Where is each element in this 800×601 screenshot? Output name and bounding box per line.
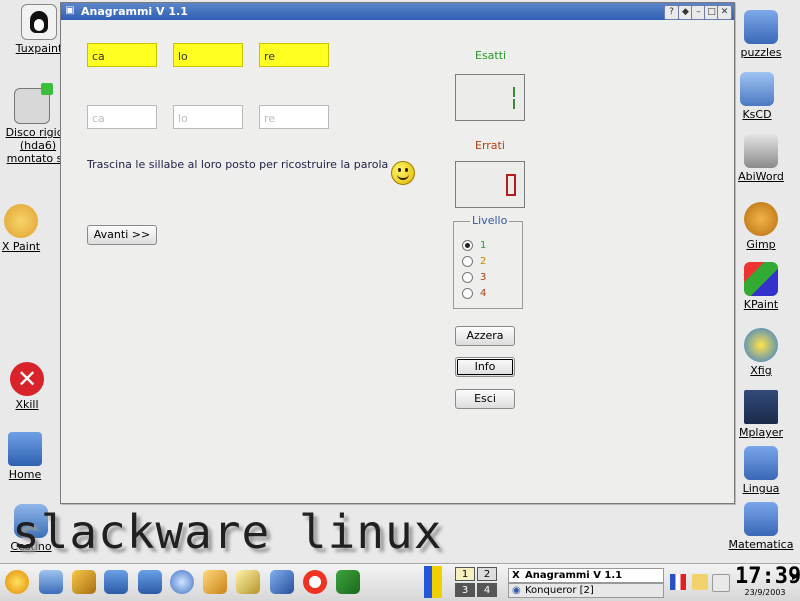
next-button[interactable]: Avanti >> <box>87 225 157 245</box>
konqueror-icon: ◉ <box>512 585 521 596</box>
desktop-icon-label: Xkill <box>15 398 39 411</box>
syllable-tile[interactable]: re <box>259 43 329 67</box>
reset-button[interactable]: Azzera <box>455 326 515 346</box>
help-button[interactable]: ? <box>664 5 679 20</box>
correct-label: Esatti <box>475 49 507 62</box>
level-option-3[interactable]: 3 <box>462 272 486 286</box>
desktop-pager: 1 2 3 4 <box>455 567 501 599</box>
window-titlebar[interactable]: ▣ Anagrammi V 1.1 ? ◆ – □ ✕ <box>61 3 734 20</box>
correct-counter: 1 <box>455 74 525 121</box>
tools-icon[interactable] <box>72 570 96 594</box>
desktop-icon-xpaint[interactable]: X Paint <box>0 204 60 253</box>
desktop-icon-label: Home <box>8 468 42 481</box>
cd-player-icon <box>740 72 774 106</box>
kde-menu-icon[interactable] <box>5 570 29 594</box>
palette-icon <box>4 204 38 238</box>
app-window: ▣ Anagrammi V 1.1 ? ◆ – □ ✕ ca lo re ca … <box>60 2 735 504</box>
radio-button[interactable] <box>462 240 473 251</box>
x-window-icon: X <box>512 570 520 581</box>
editor-icon[interactable] <box>203 570 227 594</box>
home-icon[interactable] <box>138 570 162 594</box>
close-button[interactable]: ✕ <box>717 5 732 20</box>
write-icon[interactable] <box>270 570 294 594</box>
puzzles-icon <box>744 10 778 44</box>
clock[interactable]: 17:39 23/9/2003 <box>735 564 800 598</box>
mplayer-icon <box>744 390 778 424</box>
keyboard-layout-icon[interactable] <box>670 574 686 590</box>
syllable-drop-slot[interactable]: lo <box>173 105 243 129</box>
level-option-2[interactable]: 2 <box>462 256 486 270</box>
matematica-icon <box>744 502 778 536</box>
window-list-icon[interactable] <box>39 570 63 594</box>
pager-desktop-2[interactable]: 2 <box>477 567 497 581</box>
settings-icon[interactable] <box>336 570 360 594</box>
syllable-tile[interactable]: ca <box>87 43 157 67</box>
desktop-icon-matematica[interactable]: Matematica <box>722 502 800 551</box>
task-anagrammi[interactable]: X Anagrammi V 1.1 <box>508 568 664 583</box>
home-icon <box>8 432 42 466</box>
level-legend: Livello <box>470 214 510 227</box>
taskbar-scroll-icon[interactable]: ▶ <box>792 572 799 582</box>
radio-button[interactable] <box>462 272 473 283</box>
clock-time: 17:39 <box>735 564 800 589</box>
xfig-icon <box>744 328 778 362</box>
pen-icon[interactable] <box>236 570 260 594</box>
radio-button[interactable] <box>462 288 473 299</box>
desktop-icon-home[interactable]: Home <box>0 432 64 481</box>
xkill-icon: ✕ <box>10 362 44 396</box>
tuxpaint-icon <box>21 4 57 40</box>
clock-date: 23/9/2003 <box>744 588 786 597</box>
help-icon[interactable] <box>303 570 327 594</box>
lingua-icon <box>744 446 778 480</box>
task-konqueror[interactable]: ◉ Konqueror [2] <box>508 583 664 598</box>
info-button[interactable]: Info <box>455 357 515 377</box>
radio-button[interactable] <box>462 256 473 267</box>
level-option-1[interactable]: 1 <box>462 240 486 254</box>
pager-desktop-1[interactable]: 1 <box>455 567 475 581</box>
kpaint-icon <box>744 262 778 296</box>
desktop-icon[interactable] <box>104 570 128 594</box>
gimp-icon <box>744 202 778 236</box>
syllable-drop-slot[interactable]: ca <box>87 105 157 129</box>
desktop-wordmark: slackware linux <box>12 505 443 559</box>
taskbar: 1 2 3 4 X Anagrammi V 1.1 ◉ Konqueror [2… <box>0 563 800 601</box>
desktop-icon-label: X Paint <box>1 240 41 253</box>
clipboard-icon[interactable] <box>692 574 708 590</box>
exit-button[interactable]: Esci <box>455 389 515 409</box>
desktop-icon-label: Matematica <box>728 538 794 551</box>
level-group: Livello 1 2 3 4 <box>453 214 523 309</box>
window-menu-icon[interactable]: ▣ <box>64 5 76 17</box>
desktop-icon-xkill[interactable]: ✕ Xkill <box>0 362 66 411</box>
wrong-counter: 0 <box>455 161 525 208</box>
level-option-4[interactable]: 4 <box>462 288 486 302</box>
syllable-tile[interactable]: lo <box>173 43 243 67</box>
browser-icon[interactable] <box>170 570 194 594</box>
slackware-logo-icon <box>424 566 442 598</box>
smiley-icon <box>391 161 415 185</box>
pager-desktop-4[interactable]: 4 <box>477 583 497 597</box>
wrong-label: Errati <box>475 139 505 152</box>
pen-icon <box>744 134 778 168</box>
notes-icon[interactable] <box>712 574 730 592</box>
instruction-text: Trascina le sillabe al loro posto per ri… <box>87 158 389 171</box>
harddisk-icon <box>14 83 53 124</box>
pager-desktop-3[interactable]: 3 <box>455 583 475 597</box>
syllable-drop-slot[interactable]: re <box>259 105 329 129</box>
window-title: Anagrammi V 1.1 <box>81 5 188 18</box>
